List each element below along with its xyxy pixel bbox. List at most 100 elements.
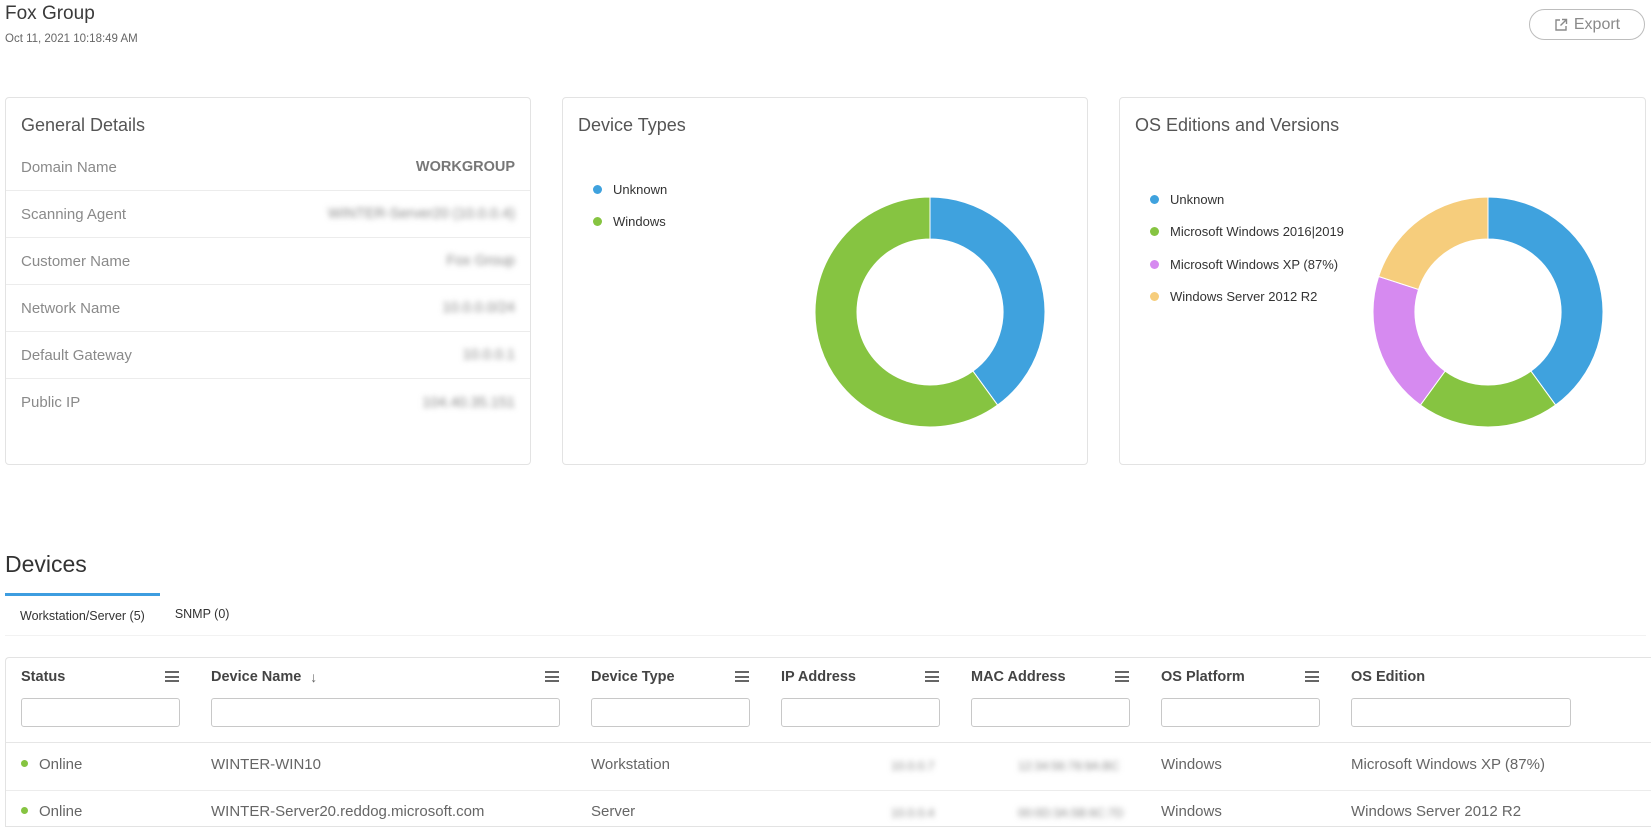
devices-table: Status Device Name ↓ Device Type IP Addre… bbox=[5, 657, 1651, 827]
detail-label: Default Gateway bbox=[21, 346, 132, 364]
hamburger-menu-icon[interactable] bbox=[1115, 671, 1129, 682]
detail-row-network-name: Network Name 10.0.0.0/24 bbox=[6, 285, 530, 332]
detail-label: Network Name bbox=[21, 299, 121, 317]
filter-input-os-platform[interactable] bbox=[1161, 698, 1320, 727]
tab-workstation-server[interactable]: Workstation/Server (5) bbox=[5, 593, 160, 635]
detail-row-public-ip: Public IP 104.40.35.151 bbox=[6, 379, 530, 426]
status-online-dot bbox=[21, 760, 28, 767]
detail-label: Customer Name bbox=[21, 252, 131, 270]
detail-row-default-gateway: Default Gateway 10.0.0.1 bbox=[6, 332, 530, 379]
donut-slice-unknown[interactable] bbox=[1487, 196, 1604, 406]
hamburger-menu-icon[interactable] bbox=[165, 671, 179, 682]
legend-dot bbox=[1150, 292, 1159, 302]
detail-row-scanning-agent: Scanning Agent WINTER-Server20 (10.0.0.4… bbox=[6, 191, 530, 238]
column-header-status[interactable]: Status bbox=[21, 669, 65, 685]
tab-snmp[interactable]: SNMP (0) bbox=[160, 593, 245, 635]
legend-item[interactable]: Microsoft Windows XP (87%) bbox=[1150, 248, 1344, 281]
os-editions-legend: Unknown Microsoft Windows 2016|2019 Micr… bbox=[1150, 183, 1344, 313]
os-platform-cell: Windows bbox=[1161, 756, 1222, 773]
column-header-mac-address[interactable]: MAC Address bbox=[971, 669, 1066, 685]
ip-address-cell: 10.0.0.4 bbox=[891, 806, 935, 820]
detail-value: Fox Group bbox=[446, 253, 516, 269]
hamburger-menu-icon[interactable] bbox=[925, 671, 939, 682]
column-label: Status bbox=[21, 669, 66, 685]
legend-label: Windows Server 2012 R2 bbox=[1170, 289, 1318, 305]
legend-label: Unknown bbox=[1170, 191, 1225, 207]
detail-value: 104.40.35.151 bbox=[422, 394, 515, 411]
filter-input-status[interactable] bbox=[21, 698, 180, 727]
status-text: Online bbox=[39, 756, 83, 773]
tabs-divider bbox=[5, 635, 1646, 636]
column-label: Device Name bbox=[211, 669, 302, 685]
filter-input-mac-address[interactable] bbox=[971, 698, 1130, 727]
legend-item[interactable]: Windows Server 2012 R2 bbox=[1150, 281, 1344, 314]
donut-slice-windows-server-2012-r2[interactable] bbox=[1377, 196, 1489, 291]
mac-address-cell: 00:0D:3A:5B:6C:7D bbox=[1018, 806, 1124, 820]
donut-slice-microsoft-windows-2016-2019[interactable] bbox=[1419, 370, 1557, 428]
detail-row-customer-name: Customer Name Fox Group bbox=[6, 238, 530, 285]
status-online-dot bbox=[21, 807, 28, 814]
detail-value: 10.0.0.1 bbox=[462, 347, 515, 363]
legend-dot bbox=[593, 217, 602, 227]
page-title: Fox Group bbox=[5, 3, 95, 24]
device-types-donut-chart bbox=[814, 196, 1046, 428]
status-cell: Online bbox=[21, 756, 82, 773]
hamburger-menu-icon[interactable] bbox=[545, 671, 559, 682]
device-name-cell[interactable]: WINTER-WIN10 bbox=[211, 756, 321, 773]
ip-address-cell: 10.0.0.7 bbox=[891, 759, 935, 773]
filter-input-device-type[interactable] bbox=[591, 698, 750, 727]
os-editions-card: OS Editions and Versions Unknown Microso… bbox=[1119, 97, 1646, 465]
column-label: IP Address bbox=[781, 669, 856, 685]
legend-item[interactable]: Windows bbox=[593, 206, 667, 239]
os-platform-cell: Windows bbox=[1161, 803, 1222, 820]
legend-dot bbox=[1150, 259, 1159, 269]
header-divider bbox=[6, 742, 1651, 743]
legend-item[interactable]: Unknown bbox=[593, 173, 667, 206]
status-text: Online bbox=[39, 803, 83, 820]
column-header-os-edition[interactable]: OS Edition bbox=[1351, 669, 1425, 685]
legend-item[interactable]: Microsoft Windows 2016|2019 bbox=[1150, 216, 1344, 249]
device-types-card: Device Types Unknown Windows bbox=[562, 97, 1088, 465]
legend-dot bbox=[593, 184, 602, 194]
devices-section-title: Devices bbox=[5, 551, 87, 577]
column-label: Device Type bbox=[591, 669, 675, 685]
detail-value: WORKGROUP bbox=[415, 159, 515, 175]
column-header-os-platform[interactable]: OS Platform bbox=[1161, 669, 1245, 685]
legend-dot bbox=[1150, 227, 1159, 237]
device-type-cell: Server bbox=[591, 803, 636, 820]
device-type-cell: Workstation bbox=[591, 756, 670, 773]
os-edition-cell: Windows Server 2012 R2 bbox=[1351, 803, 1522, 820]
detail-label: Public IP bbox=[21, 394, 81, 411]
os-editions-donut-chart bbox=[1372, 196, 1604, 428]
detail-label: Scanning Agent bbox=[21, 205, 127, 223]
filter-input-device-name[interactable] bbox=[211, 698, 560, 727]
legend-label: Microsoft Windows 2016|2019 bbox=[1170, 224, 1344, 240]
column-label: OS Edition bbox=[1351, 669, 1426, 685]
detail-value: WINTER-Server20 (10.0.0.4) bbox=[328, 206, 515, 222]
column-header-ip-address[interactable]: IP Address bbox=[781, 669, 856, 685]
external-link-icon bbox=[1555, 18, 1568, 31]
device-types-legend: Unknown Windows bbox=[593, 173, 667, 238]
legend-item[interactable]: Unknown bbox=[1150, 183, 1344, 216]
column-header-device-type[interactable]: Device Type bbox=[591, 669, 675, 685]
hamburger-menu-icon[interactable] bbox=[735, 671, 749, 682]
legend-label: Unknown bbox=[613, 181, 668, 197]
filter-input-os-edition[interactable] bbox=[1351, 698, 1571, 727]
general-details-card: General Details Domain Name WORKGROUP Sc… bbox=[5, 97, 531, 465]
status-cell: Online bbox=[21, 803, 82, 820]
device-name-cell[interactable]: WINTER-Server20.reddog.microsoft.com bbox=[211, 803, 484, 820]
os-editions-title: OS Editions and Versions bbox=[1135, 115, 1340, 135]
device-types-title: Device Types bbox=[578, 115, 686, 135]
export-label: Export bbox=[1573, 15, 1621, 33]
donut-slice-microsoft-windows-xp-87[interactable] bbox=[1372, 275, 1446, 406]
mac-address-cell: 12:34:56:78:9A:BC bbox=[1018, 759, 1120, 773]
filter-input-ip-address[interactable] bbox=[781, 698, 940, 727]
export-button[interactable]: Export bbox=[1529, 9, 1645, 40]
donut-slice-unknown[interactable] bbox=[929, 196, 1046, 406]
general-details-title: General Details bbox=[21, 115, 146, 135]
devices-tabs: Workstation/Server (5) SNMP (0) bbox=[5, 593, 244, 635]
column-header-device-name[interactable]: Device Name ↓ bbox=[211, 669, 317, 685]
detail-row-domain-name: Domain Name WORKGROUP bbox=[6, 144, 530, 191]
hamburger-menu-icon[interactable] bbox=[1305, 671, 1319, 682]
os-edition-cell: Microsoft Windows XP (87%) bbox=[1351, 756, 1545, 773]
